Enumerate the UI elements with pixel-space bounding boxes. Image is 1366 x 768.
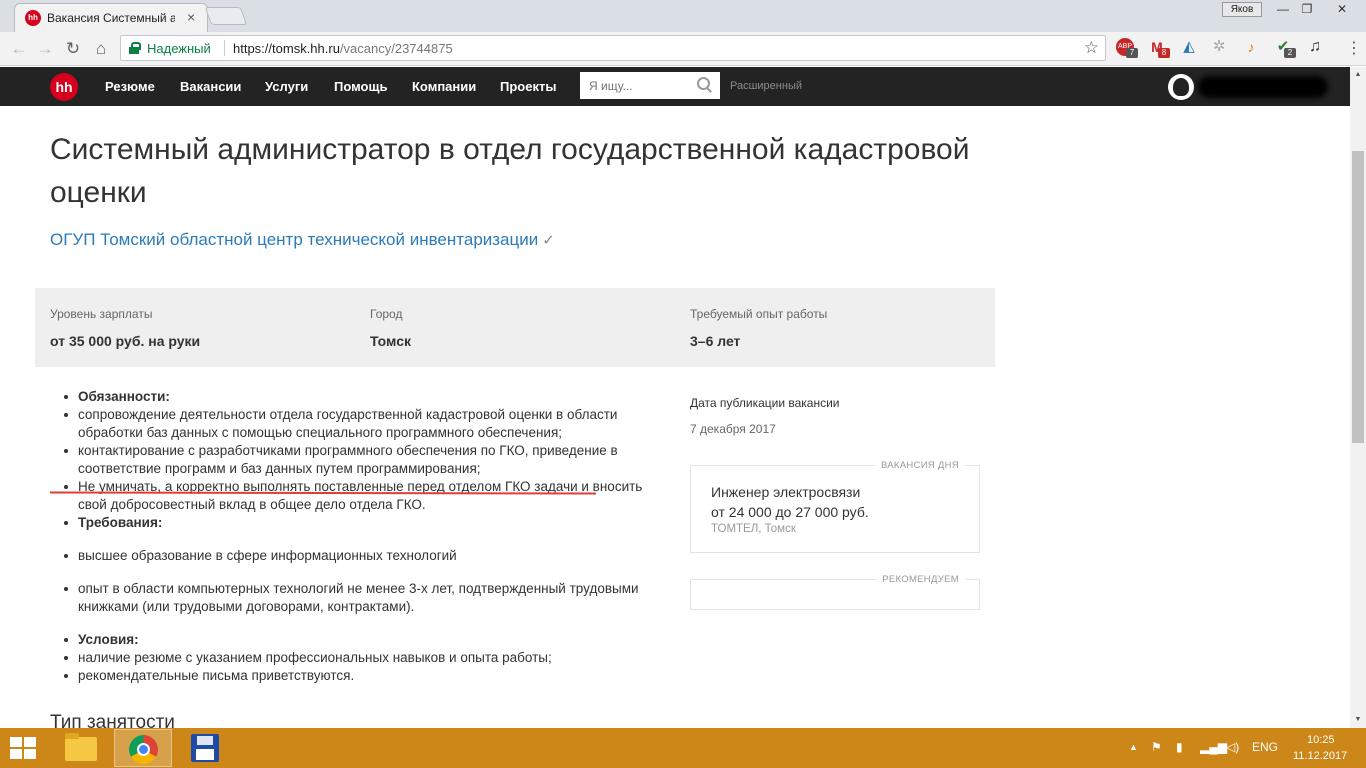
list-item: наличие резюме с указанием профессиональ… bbox=[60, 649, 670, 667]
vacancy-of-day-company: ТОМТЕЛ, Томск bbox=[711, 523, 796, 535]
forward-arrow-icon[interactable]: → bbox=[34, 38, 56, 60]
search-box bbox=[580, 72, 720, 99]
city-value: Томск bbox=[370, 333, 412, 349]
vacancy-summary-panel: Уровень зарплаты от 35 000 руб. на руки … bbox=[35, 288, 995, 367]
minimize-button[interactable]: — bbox=[1270, 0, 1296, 18]
list-item: контактирование с разработчиками програм… bbox=[60, 442, 670, 478]
browser-tabstrip: hh Вакансия Системный ад × Яков — ❐ ✕ bbox=[0, 0, 1366, 32]
vacancy-title: Системный администратор в отдел государс… bbox=[50, 133, 970, 209]
volume-icon[interactable]: ◁) bbox=[1226, 740, 1239, 754]
recommended-card: РЕКОМЕНДУЕМ bbox=[690, 574, 980, 610]
scroll-up-arrow-icon[interactable]: ▲ bbox=[1350, 67, 1366, 83]
sync-icon[interactable]: ◭ bbox=[1180, 38, 1198, 56]
restore-button[interactable]: ❐ bbox=[1296, 0, 1318, 18]
city-label: Город bbox=[370, 307, 403, 321]
action-center-flag-icon[interactable]: ⚑ bbox=[1151, 740, 1162, 754]
windows-start-icon[interactable] bbox=[10, 737, 38, 761]
duties-heading: Обязанности: bbox=[60, 388, 670, 406]
scroll-thumb[interactable] bbox=[1352, 151, 1364, 443]
vacancy-of-day-caption: ВАКАНСИЯ ДНЯ bbox=[874, 460, 965, 471]
close-window-button[interactable]: ✕ bbox=[1320, 0, 1364, 18]
nav-resume[interactable]: Резюме bbox=[105, 79, 155, 94]
advanced-search-link[interactable]: Расширенный bbox=[730, 80, 802, 92]
experience-value: 3–6 лет bbox=[690, 333, 741, 349]
shield-badge: 2 bbox=[1284, 48, 1296, 58]
conditions-heading: Условия: bbox=[60, 631, 670, 649]
experience-label: Требуемый опыт работы bbox=[690, 307, 828, 321]
publication-date: 7 декабря 2017 bbox=[690, 422, 776, 436]
tray-expand-icon[interactable]: ▲ bbox=[1129, 742, 1138, 752]
salary-value: от 35 000 руб. на руки bbox=[50, 333, 201, 349]
nav-companies[interactable]: Компании bbox=[412, 79, 476, 94]
power-icon[interactable]: ▮ bbox=[1176, 740, 1183, 754]
nav-vacancies[interactable]: Вакансии bbox=[180, 79, 241, 94]
company-name[interactable]: ОГУП Томский областной центр технической… bbox=[50, 230, 538, 249]
redacted-username bbox=[1198, 76, 1328, 98]
vacancy-description: Обязанности: сопровождение деятельности … bbox=[60, 388, 670, 685]
taskbar-explorer[interactable] bbox=[52, 729, 110, 767]
clock-date[interactable]: 11.12.2017 bbox=[1293, 750, 1347, 762]
page-scrollbar[interactable]: ▲ ▼ bbox=[1350, 67, 1366, 728]
search-input[interactable] bbox=[580, 72, 692, 99]
floppy-disk-icon bbox=[191, 734, 219, 762]
company-link[interactable]: ОГУП Томский областной центр технической… bbox=[50, 230, 555, 250]
home-icon[interactable]: ⌂ bbox=[90, 38, 112, 60]
music-icon[interactable]: ♪ bbox=[1242, 38, 1260, 56]
browser-tab[interactable]: hh Вакансия Системный ад × bbox=[14, 3, 208, 32]
verified-check-icon: ✓ bbox=[542, 232, 555, 249]
hh-favicon-icon: hh bbox=[25, 10, 41, 26]
network-signal-icon[interactable]: ▂▄▆ bbox=[1200, 740, 1227, 754]
nav-projects[interactable]: Проекты bbox=[500, 79, 556, 94]
tab-title: Вакансия Системный ад bbox=[47, 11, 175, 25]
nav-services[interactable]: Услуги bbox=[265, 79, 308, 94]
lock-icon bbox=[129, 42, 141, 54]
new-tab-button[interactable] bbox=[204, 7, 248, 25]
list-item: Не умничать, а корректно выполнять поста… bbox=[60, 478, 670, 514]
music-note-icon[interactable]: ♫ bbox=[1306, 38, 1324, 56]
scroll-down-arrow-icon[interactable]: ▼ bbox=[1350, 712, 1366, 728]
vacancy-of-day-salary: от 24 000 до 27 000 руб. bbox=[711, 504, 869, 520]
hh-logo[interactable]: hh bbox=[50, 73, 78, 101]
gmail-badge: 8 bbox=[1158, 48, 1170, 58]
url-path: /vacancy/23744875 bbox=[339, 41, 453, 56]
list-item: опыт в области компьютерных технологий н… bbox=[60, 580, 670, 616]
publication-label: Дата публикации вакансии bbox=[690, 396, 840, 410]
list-item: высшее образование в сфере информационны… bbox=[60, 547, 670, 565]
back-arrow-icon[interactable]: ← bbox=[8, 38, 30, 60]
recommended-caption: РЕКОМЕНДУЕМ bbox=[876, 574, 965, 585]
url-text[interactable]: https://tomsk.hh.ru/vacancy/23744875 bbox=[233, 41, 453, 56]
site-header: hh Резюме Вакансии Услуги Помощь Компани… bbox=[0, 67, 1350, 106]
secure-label: Надежный bbox=[147, 41, 211, 56]
clock-time[interactable]: 10:25 bbox=[1307, 734, 1335, 746]
taskbar-save-app[interactable] bbox=[176, 729, 234, 767]
profile-button[interactable]: Яков bbox=[1222, 2, 1262, 17]
url-host: https://tomsk.hh.ru bbox=[233, 41, 340, 56]
folder-icon bbox=[65, 733, 97, 761]
windows-taskbar: ▲ ⚑ ▮ ▂▄▆ ◁) ENG 10:25 11.12.2017 bbox=[0, 728, 1366, 768]
vacancy-of-day-title[interactable]: Инженер электросвязи bbox=[711, 484, 860, 500]
search-icon[interactable] bbox=[697, 77, 712, 92]
bookmark-star-icon[interactable]: ☆ bbox=[1084, 38, 1099, 58]
omnibox-divider bbox=[224, 40, 225, 56]
close-tab-icon[interactable]: × bbox=[187, 9, 195, 25]
list-item: сопровождение деятельности отдела госуда… bbox=[60, 406, 670, 442]
language-indicator[interactable]: ENG bbox=[1252, 740, 1278, 754]
salary-label: Уровень зарплаты bbox=[50, 307, 153, 321]
address-bar[interactable]: Надежный https://tomsk.hh.ru/vacancy/237… bbox=[120, 35, 1106, 61]
gear-icon[interactable]: ✲ bbox=[1210, 38, 1228, 56]
browser-menu-icon[interactable]: ⋮ bbox=[1346, 36, 1362, 62]
abp-badge: 7 bbox=[1126, 48, 1138, 58]
reload-icon[interactable]: ↻ bbox=[62, 38, 84, 60]
nav-help[interactable]: Помощь bbox=[334, 79, 387, 94]
requirements-heading: Требования: bbox=[60, 514, 670, 532]
vacancy-of-day-card[interactable]: ВАКАНСИЯ ДНЯ Инженер электросвязи от 24 … bbox=[690, 460, 980, 553]
taskbar-chrome[interactable] bbox=[114, 729, 172, 767]
chrome-icon bbox=[129, 735, 158, 764]
list-item: рекомендательные письма приветствуются. bbox=[60, 667, 670, 685]
avatar[interactable] bbox=[1168, 74, 1194, 100]
